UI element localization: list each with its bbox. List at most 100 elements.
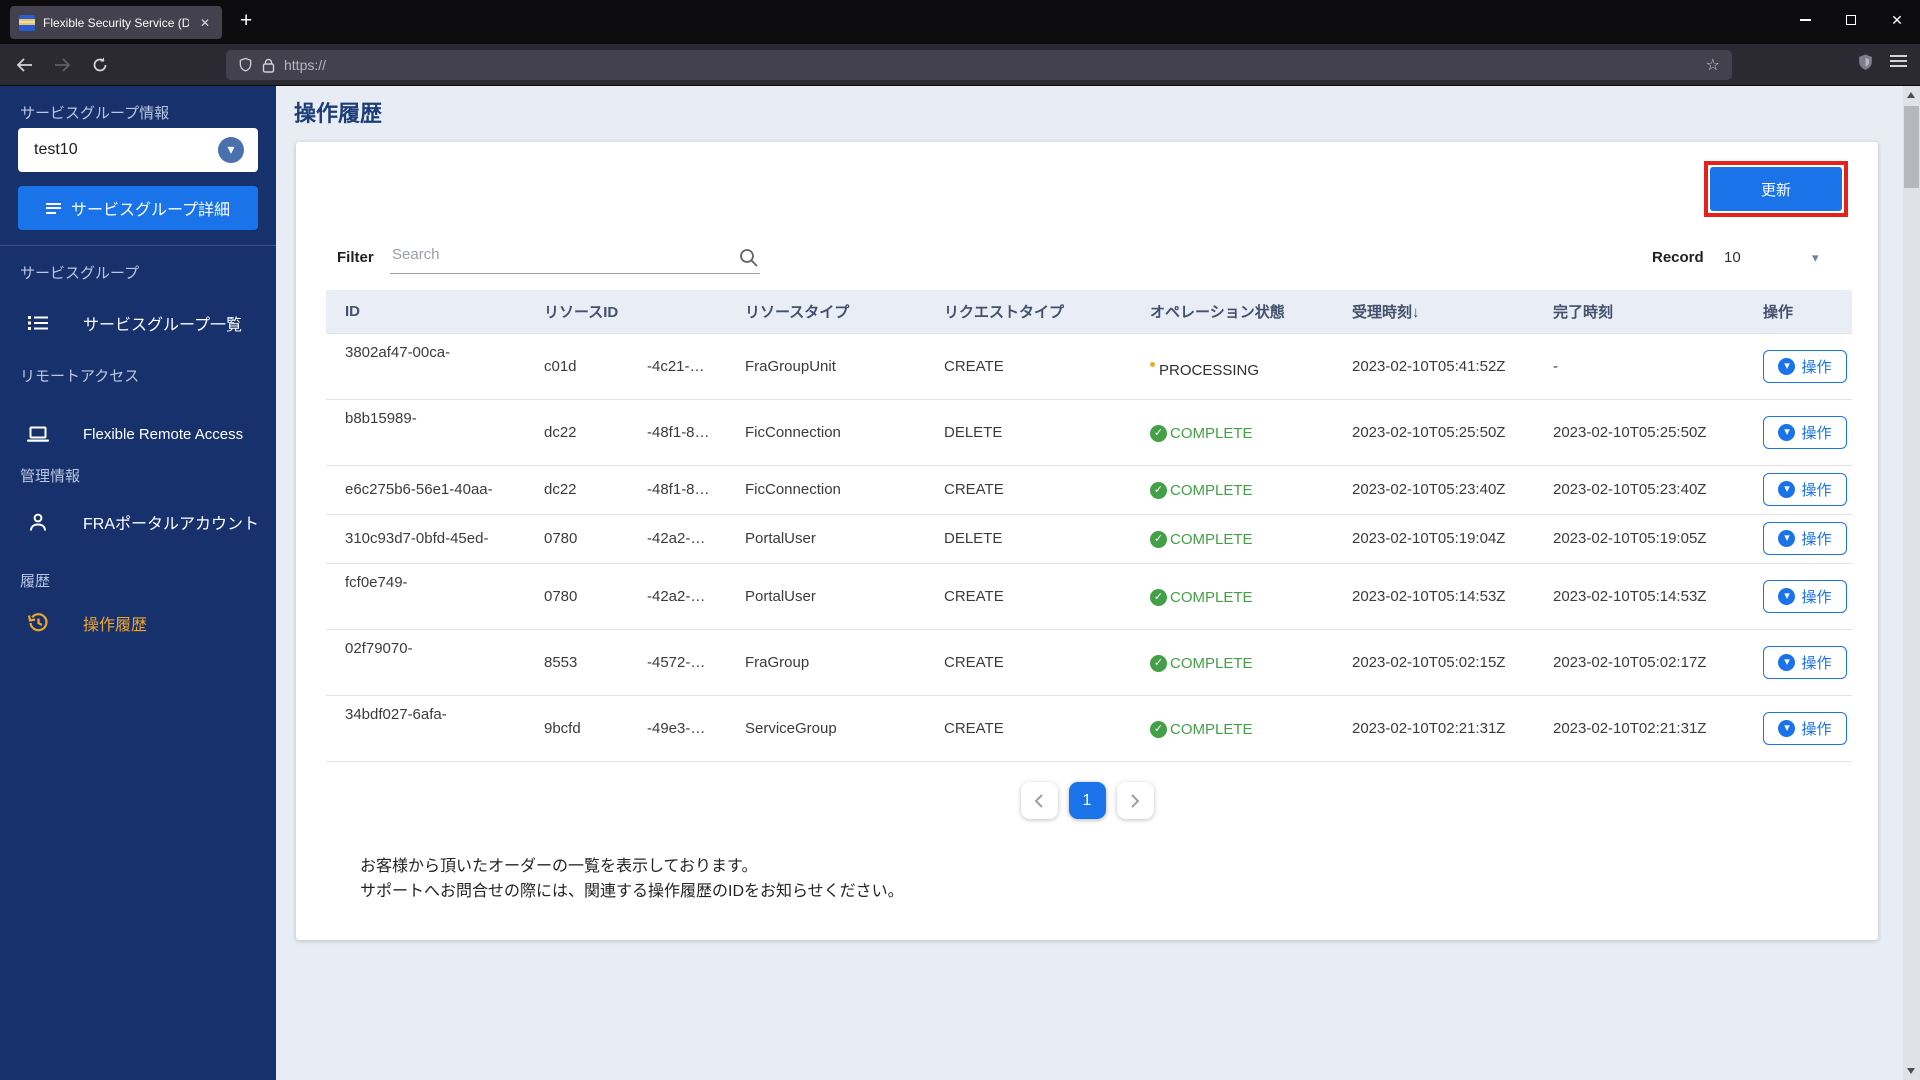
search-input[interactable]: [390, 242, 760, 274]
row-action-button[interactable]: 操作: [1763, 473, 1847, 506]
row-action-button[interactable]: 操作: [1763, 522, 1847, 555]
cell-resource-id: 0780 -42a2-…: [544, 587, 706, 605]
extension-shield-button[interactable]: [1857, 53, 1874, 77]
cell-id: 02f79070-: [345, 639, 413, 657]
prev-page-button[interactable]: [1020, 782, 1058, 819]
row-action-button[interactable]: 操作: [1763, 711, 1847, 745]
next-page-button[interactable]: [1116, 782, 1154, 819]
row-action-button[interactable]: 操作: [1763, 579, 1847, 613]
cell-resource-id: dc22 -48f1-8…: [544, 423, 710, 441]
browser-tab[interactable]: Flexible Security Service (Develo ✕: [10, 6, 222, 39]
cell-resource-type: FicConnection: [745, 423, 841, 441]
row-action-button[interactable]: 操作: [1763, 415, 1847, 449]
table-row: 02f79070- 8553-4572-… FraGroup CREATE CO…: [326, 629, 1852, 695]
menu-button[interactable]: [1890, 53, 1907, 67]
tab-close-icon[interactable]: ✕: [197, 15, 213, 31]
record-count-select[interactable]: 10: [1724, 249, 1741, 266]
cell-resource-id: 8553 -4572-…: [544, 653, 706, 671]
cell-accepted-time: 2023-02-10T05:19:04Z: [1352, 530, 1506, 547]
col-resource-id: リソースID: [525, 290, 726, 333]
new-tab-button[interactable]: +: [232, 9, 260, 33]
cell-resource-id: 0780 -42a2-…: [544, 530, 706, 547]
cell-resource-type: PortalUser: [745, 530, 816, 547]
back-button[interactable]: [8, 49, 40, 81]
maximize-icon: [1846, 15, 1856, 25]
content-card: 更新 Filter Record 10 ▾ ID: [296, 142, 1878, 940]
page-title: 操作履歴: [294, 101, 383, 126]
cell-operation-status: COMPLETE: [1131, 514, 1333, 563]
status-label: COMPLETE: [1170, 654, 1253, 672]
cell-operation-status: COMPLETE: [1131, 563, 1333, 629]
sidebar-item-label: FRAポータルアカウント: [83, 516, 260, 533]
row-action-button[interactable]: 操作: [1763, 349, 1847, 383]
sidebar-item-operation-history[interactable]: 操作履歴: [0, 603, 276, 643]
cell-accepted-time: 2023-02-10T05:23:40Z: [1352, 481, 1506, 498]
laptop-icon: [27, 426, 49, 443]
bookmark-star-icon[interactable]: ☆: [1706, 55, 1720, 75]
scroll-up-arrow-icon[interactable]: [1907, 92, 1915, 98]
chevron-down-icon[interactable]: ▾: [1812, 250, 1819, 266]
scrollbar-thumb[interactable]: [1904, 106, 1919, 188]
service-group-detail-button[interactable]: サービスグループ詳細: [18, 186, 258, 230]
reload-icon: [93, 57, 107, 72]
cell-request-type: DELETE: [944, 423, 1003, 441]
cell-action: 操作: [1744, 563, 1852, 629]
sidebar-item-fra-portal-account[interactable]: FRAポータルアカウント: [0, 502, 276, 542]
person-icon: [27, 513, 49, 532]
favicon: [19, 14, 35, 31]
cell-id: fcf0e749-: [345, 573, 408, 591]
table-row: b8b15989- dc22 -48f1-8… FicConnection DEL…: [326, 399, 1852, 465]
page-scrollbar[interactable]: [1903, 86, 1920, 1080]
tab-bar: Flexible Security Service (Develo ✕ + ✕: [0, 0, 1920, 44]
cell-completed-time: 2023-02-10T05:23:40Z: [1553, 481, 1707, 498]
scroll-down-arrow-icon[interactable]: [1907, 1068, 1915, 1074]
col-action: 操作: [1744, 290, 1852, 333]
window-minimize-button[interactable]: [1782, 0, 1828, 40]
cell-accepted-time: 2023-02-10T05:41:52Z: [1352, 357, 1506, 375]
col-accepted-time[interactable]: 受理時刻↓: [1333, 290, 1534, 333]
sidebar-item-service-group-list[interactable]: サービスグループ一覧: [0, 303, 276, 343]
cell-operation-status: PROCESSING: [1131, 333, 1333, 399]
table-row: fcf0e749- 0780 -42a2-… PortalUser CREATE …: [326, 563, 1852, 629]
cell-accepted-time: 2023-02-10T02:21:31Z: [1352, 719, 1506, 737]
cell-request-type: CREATE: [944, 587, 1004, 605]
sidebar-divider: [0, 245, 276, 246]
chevron-down-icon: [1778, 481, 1796, 498]
filter-label: Filter: [337, 249, 374, 266]
row-action-button[interactable]: 操作: [1763, 645, 1847, 679]
refresh-button[interactable]: 更新: [1710, 167, 1842, 211]
cell-resource-type: ServiceGroup: [745, 719, 837, 737]
cell-action: 操作: [1744, 333, 1852, 399]
sidebar: サービスグループ情報 test10 ▾ サービスグループ詳細 サービスグループ …: [0, 86, 276, 1080]
window-maximize-button[interactable]: [1828, 0, 1874, 40]
sidebar-item-label: Flexible Remote Access: [83, 425, 244, 443]
reload-button[interactable]: [84, 49, 116, 81]
sidebar-item-flexible-remote-access[interactable]: Flexible Remote Access: [0, 414, 276, 454]
page-1-button[interactable]: 1: [1068, 782, 1106, 819]
col-resource-type: リソースタイプ: [726, 290, 925, 333]
service-group-select[interactable]: test10 ▾: [18, 128, 258, 172]
operation-history-table: ID リソースID リソースタイプ リクエストタイプ オペレーション状態 受理時…: [326, 290, 1852, 762]
cell-completed-time: 2023-02-10T05:14:53Z: [1553, 587, 1707, 605]
cell-id: b8b15989-: [345, 409, 417, 427]
annotation-highlight: 更新: [1704, 161, 1848, 217]
table-row: 310c93d7-0bfd-45ed- 0780 -42a2-… PortalUs…: [326, 514, 1852, 563]
chevron-down-icon: [1778, 587, 1796, 605]
forward-button[interactable]: [46, 49, 78, 81]
chevron-down-icon: [1778, 357, 1796, 375]
address-bar[interactable]: https:// ☆: [226, 50, 1732, 80]
cell-completed-time: -: [1553, 357, 1558, 375]
cell-action: 操作: [1744, 629, 1852, 695]
cell-operation-status: COMPLETE: [1131, 629, 1333, 695]
cell-accepted-time: 2023-02-10T05:14:53Z: [1352, 587, 1506, 605]
cell-request-type: CREATE: [944, 357, 1004, 375]
service-group-select-value: test10: [34, 141, 78, 158]
cell-accepted-time: 2023-02-10T05:02:15Z: [1352, 653, 1506, 671]
status-label: COMPLETE: [1170, 424, 1253, 442]
status-icon: [1150, 482, 1167, 499]
window-close-button[interactable]: ✕: [1874, 0, 1920, 40]
cell-accepted-time: 2023-02-10T05:25:50Z: [1352, 423, 1506, 441]
cell-completed-time: 2023-02-10T05:19:05Z: [1553, 530, 1707, 547]
table-row: 34bdf027-6afa- 9bcfd -49e3-… ServiceGroup…: [326, 695, 1852, 761]
status-label: COMPLETE: [1170, 531, 1253, 548]
